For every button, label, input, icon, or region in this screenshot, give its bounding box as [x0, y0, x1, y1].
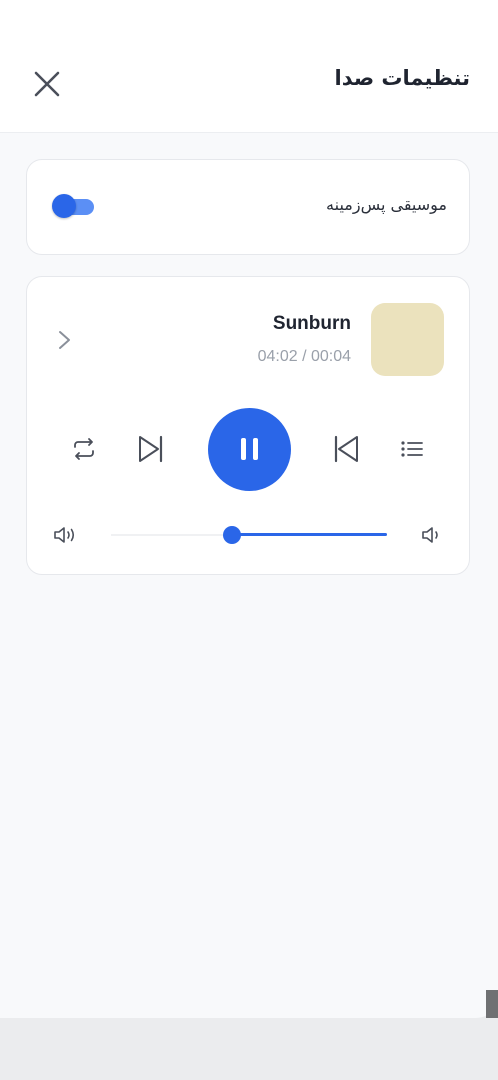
- repeat-icon: [71, 437, 97, 461]
- volume-high-icon: [53, 525, 79, 545]
- background-music-toggle[interactable]: [52, 194, 96, 220]
- chevron-right-icon: [55, 329, 75, 351]
- list-icon: [400, 439, 424, 459]
- volume-slider-fill: [232, 533, 387, 536]
- skip-next-icon: [137, 434, 165, 464]
- sound-settings-sheet: تنظیمات صدا موسیقی پس‌زمینه Sunburn 04:0…: [0, 0, 498, 1018]
- close-button[interactable]: [31, 68, 63, 100]
- sheet-corner: [486, 990, 498, 1018]
- background-music-card: موسیقی پس‌زمینه: [26, 159, 470, 255]
- track-time: 04:02 / 00:04: [257, 348, 351, 365]
- playlist-button[interactable]: [400, 439, 424, 459]
- repeat-button[interactable]: [71, 437, 97, 461]
- album-cover: [371, 303, 444, 376]
- pause-button[interactable]: [208, 408, 291, 491]
- page-title: تنظیمات صدا: [334, 66, 471, 90]
- background-music-label: موسیقی پس‌زمینه: [326, 195, 447, 214]
- skip-back-button[interactable]: [332, 434, 360, 464]
- toggle-knob: [52, 194, 76, 218]
- header: تنظیمات صدا: [0, 0, 498, 133]
- track-details-button[interactable]: [55, 329, 75, 351]
- skip-forward-button[interactable]: [137, 434, 165, 464]
- skip-previous-icon: [332, 434, 360, 464]
- music-player-card: Sunburn 04:02 / 00:04: [26, 276, 470, 575]
- volume-low-icon: [421, 525, 443, 545]
- close-icon: [31, 68, 63, 100]
- volume-slider[interactable]: [111, 523, 387, 547]
- volume-slider-thumb[interactable]: [223, 526, 241, 544]
- track-title: Sunburn: [272, 313, 351, 334]
